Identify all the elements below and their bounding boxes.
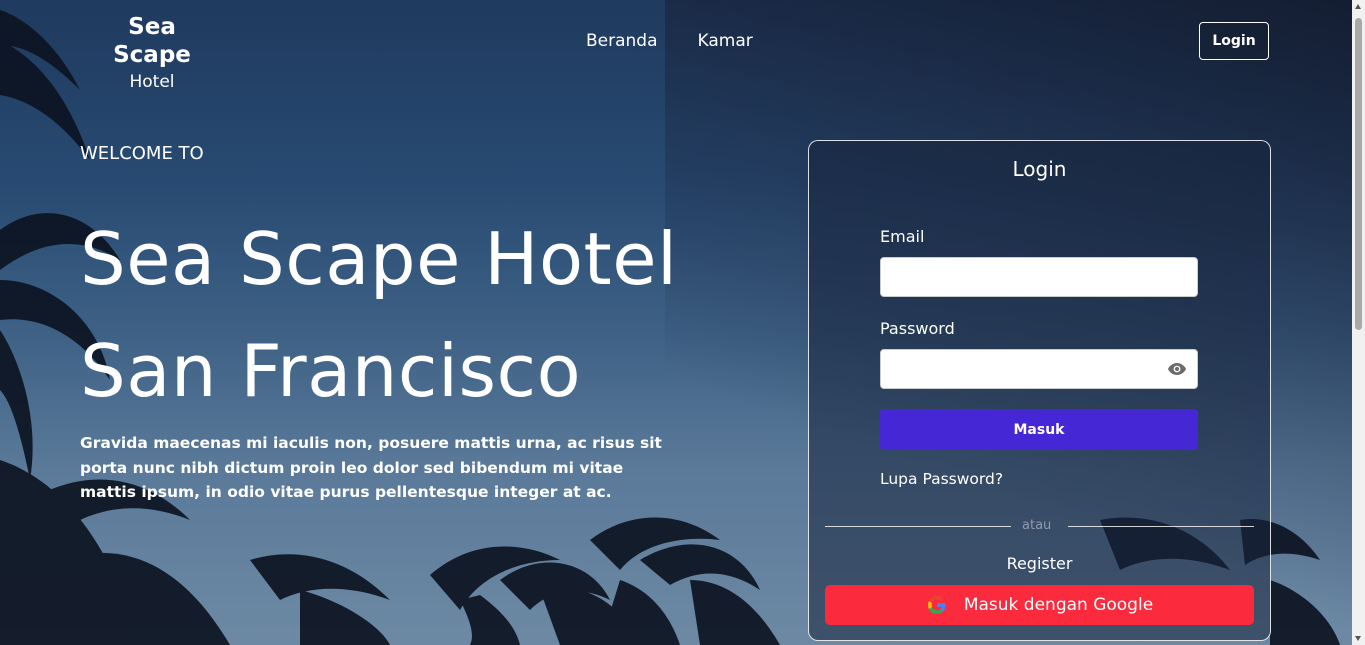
scroll-up-arrow-icon[interactable] (1355, 4, 1361, 9)
divider-text: atau (1022, 518, 1052, 533)
login-card-title: Login (1012, 157, 1067, 181)
scroll-thumb[interactable] (1355, 18, 1362, 330)
brand-name: Sea Scape (113, 14, 191, 68)
main-nav: Beranda Kamar (586, 31, 753, 51)
email-label: Email (880, 227, 925, 246)
google-icon (927, 596, 946, 614)
forgot-password-link[interactable]: Lupa Password? (880, 470, 1003, 488)
eye-icon[interactable] (1167, 362, 1187, 376)
hero-title-line1: Sea Scape Hotel (80, 217, 678, 301)
scroll-down-arrow-icon[interactable] (1355, 636, 1361, 641)
page-scrollbar[interactable] (1352, 0, 1365, 645)
email-field[interactable] (880, 257, 1198, 297)
google-login-button[interactable]: Masuk dengan Google (825, 585, 1254, 625)
password-label: Password (880, 319, 955, 338)
register-link[interactable]: Register (808, 554, 1271, 573)
password-field[interactable] (880, 349, 1198, 389)
submit-button[interactable]: Masuk (880, 409, 1198, 450)
hero-title-line2: San Francisco (80, 329, 582, 413)
nav-item-kamar[interactable]: Kamar (698, 31, 753, 51)
nav-item-beranda[interactable]: Beranda (586, 31, 658, 51)
divider-right (1068, 526, 1254, 527)
brand-subtitle: Hotel (129, 72, 175, 92)
hero-description: Gravida maecenas mi iaculis non, posuere… (80, 434, 662, 501)
header-login-button[interactable]: Login (1199, 22, 1269, 60)
hero-title: Sea Scape Hotel San Francisco (80, 203, 780, 427)
brand-logo[interactable]: Sea Scape Hotel (88, 13, 216, 95)
google-login-label: Masuk dengan Google (963, 595, 1154, 615)
divider-left (825, 526, 1011, 527)
welcome-text: WELCOME TO (80, 143, 204, 164)
